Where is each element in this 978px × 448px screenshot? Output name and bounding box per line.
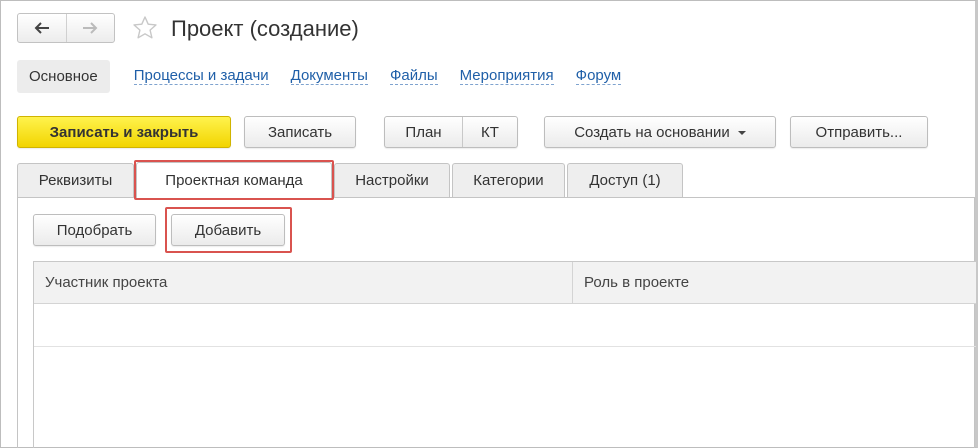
arrow-right-icon: [83, 22, 98, 34]
create-based-on-label: Создать на основании: [574, 123, 730, 141]
save-and-close-button[interactable]: Записать и закрыть: [17, 116, 231, 148]
section-processes[interactable]: Процессы и задачи: [133, 67, 269, 85]
page-title: Проект (создание): [171, 16, 359, 41]
tab-project-team[interactable]: Проектная команда: [136, 162, 332, 198]
plan-kt-group: План КТ: [384, 116, 518, 148]
add-button[interactable]: Добавить: [171, 214, 285, 246]
forward-button[interactable]: [65, 14, 114, 42]
back-button[interactable]: [18, 14, 66, 42]
tab-details[interactable]: Реквизиты: [17, 163, 134, 197]
section-documents[interactable]: Документы: [290, 67, 368, 85]
section-forum[interactable]: Форум: [575, 67, 622, 85]
tab-access[interactable]: Доступ (1): [567, 163, 683, 197]
send-button[interactable]: Отправить...: [790, 116, 928, 148]
tab-settings[interactable]: Настройки: [334, 163, 450, 197]
arrow-left-icon: [34, 22, 49, 34]
section-main[interactable]: Основное: [17, 59, 110, 93]
column-member[interactable]: Участник проекта: [34, 262, 572, 303]
kt-button[interactable]: КТ: [462, 117, 517, 147]
select-button[interactable]: Подобрать: [33, 214, 156, 246]
chevron-down-icon: [737, 131, 746, 135]
save-button[interactable]: Записать: [244, 116, 356, 148]
create-based-on-button[interactable]: Создать на основании: [544, 116, 776, 148]
table-row[interactable]: [34, 304, 976, 347]
star-icon[interactable]: [132, 15, 158, 41]
section-files[interactable]: Файлы: [389, 67, 438, 85]
form-window: Проект (создание) Основное Процессы и за…: [0, 0, 978, 448]
tab-categories[interactable]: Категории: [452, 163, 565, 197]
section-bar: Основное Процессы и задачи Документы Фай…: [17, 59, 622, 93]
team-table: Участник проекта Роль в проекте: [33, 261, 976, 448]
column-role[interactable]: Роль в проекте: [572, 262, 976, 303]
plan-button[interactable]: План: [385, 117, 462, 147]
table-header: Участник проекта Роль в проекте: [34, 262, 976, 304]
section-events[interactable]: Мероприятия: [459, 67, 554, 85]
history-navigation: [17, 13, 115, 43]
